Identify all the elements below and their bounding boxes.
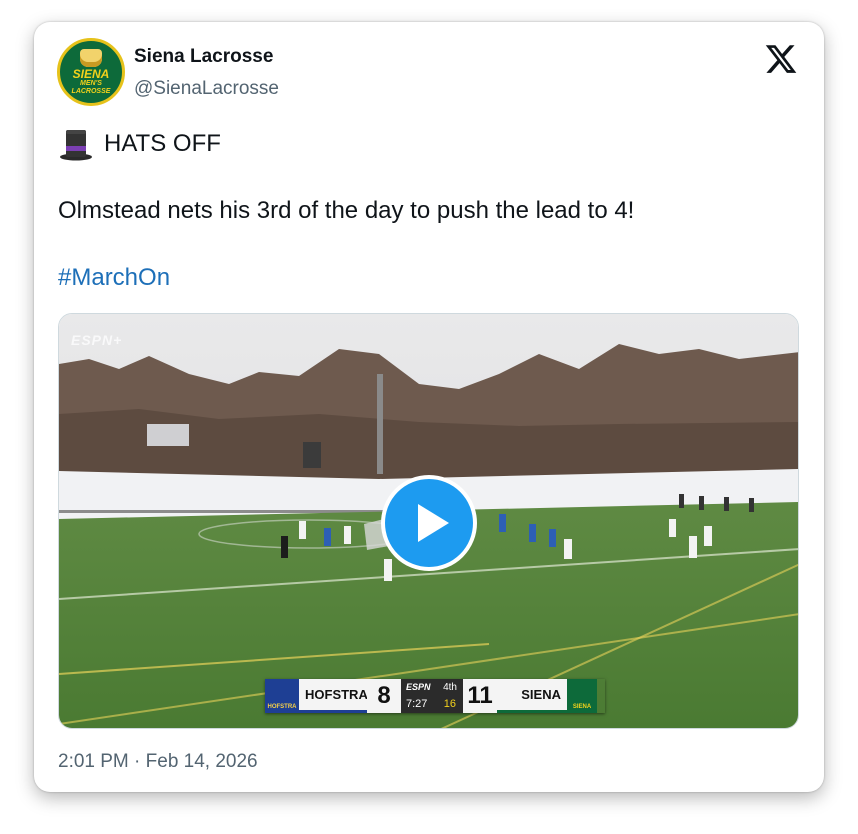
hashtag-link[interactable]: #MarchOn	[58, 264, 170, 292]
away-team-name: SIENA	[497, 679, 567, 713]
home-score: 8	[367, 679, 401, 713]
avatar-text-lacrosse: LACROSSE	[71, 87, 111, 95]
hofstra-logo-icon: HOFSTRA	[265, 679, 299, 713]
author-name[interactable]: Siena Lacrosse	[134, 46, 273, 68]
siena-logo-icon: SIENA	[567, 679, 597, 713]
tweet-timestamp[interactable]: 2:01 PM · Feb 14, 2026	[58, 751, 258, 773]
top-hat-icon	[60, 130, 92, 161]
avatar-text-mens: MEN'S	[80, 79, 102, 87]
play-triangle	[417, 504, 449, 542]
game-clock: 7:27	[406, 698, 428, 710]
period: 4th	[443, 682, 457, 693]
x-logo-icon[interactable]	[764, 42, 798, 76]
author-handle[interactable]: @SienaLacrosse	[134, 78, 279, 100]
play-icon[interactable]	[381, 475, 477, 571]
avatar-text-siena: SIENA	[72, 66, 110, 81]
away-score: 11	[463, 679, 497, 713]
tweet-line-1: HATS OFF	[58, 126, 221, 162]
scorebug: HOFSTRA HOFSTRA 8 ESPN 4th 7:27 16 11 SI…	[265, 679, 605, 713]
espn-watermark: ESPN+	[71, 332, 123, 348]
avatar[interactable]: SIENA MEN'S LACROSSE	[57, 38, 125, 106]
game-clock-panel: ESPN 4th 7:27 16	[401, 679, 463, 713]
home-team-name: HOFSTRA	[299, 679, 368, 713]
mascot-icon	[80, 48, 102, 67]
shot-clock: 16	[443, 698, 456, 710]
tweet-line-1-text: HATS OFF	[104, 130, 221, 157]
video-player[interactable]: ESPN+ HOFSTRA HOFSTRA 8 ESPN 4th 7:27 16…	[58, 313, 799, 729]
tweet-card: SIENA MEN'S LACROSSE Siena Lacrosse @Sie…	[34, 22, 824, 792]
network-logo: ESPN	[406, 682, 431, 692]
tweet-line-2: Olmstead nets his 3rd of the day to push…	[58, 197, 635, 224]
